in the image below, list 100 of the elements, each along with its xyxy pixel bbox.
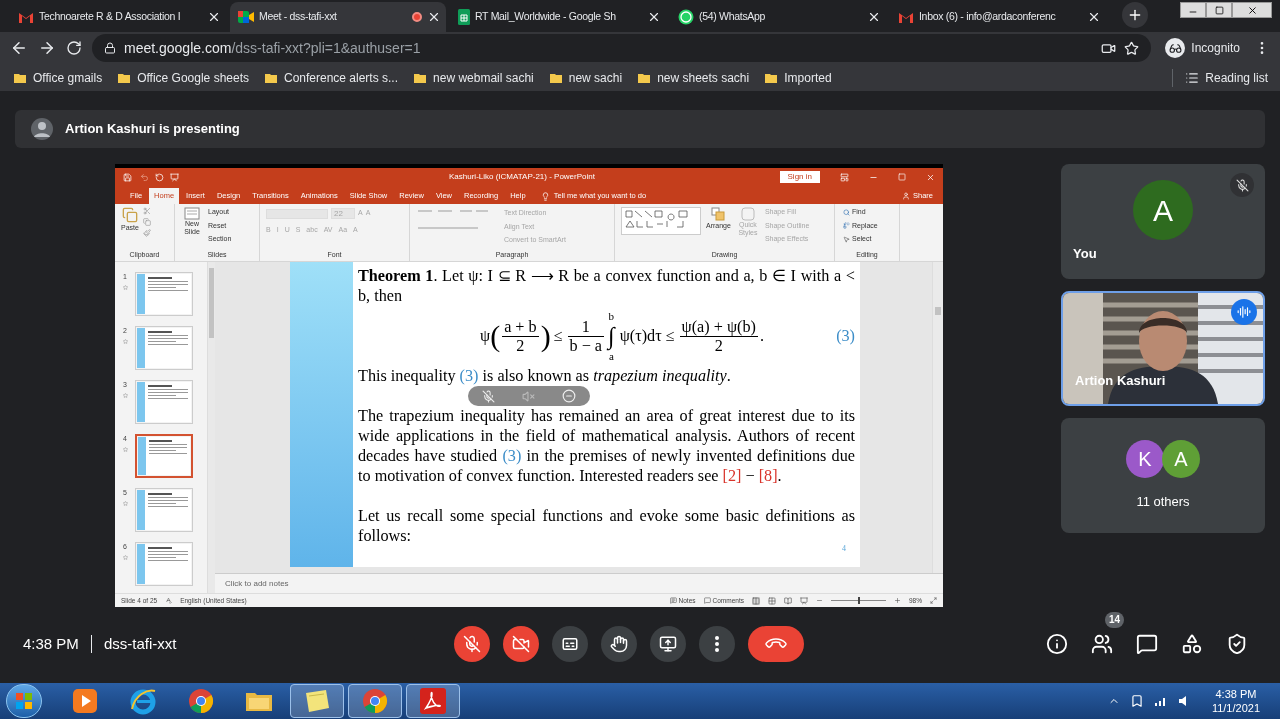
folder-icon	[118, 71, 131, 84]
browser-tab[interactable]: Inbox (6) - info@ardaconferenc	[890, 2, 1106, 32]
back-icon[interactable]	[10, 39, 28, 57]
mail-icon	[18, 11, 34, 23]
mic-off-icon	[463, 635, 482, 653]
redo-icon[interactable]	[155, 172, 164, 182]
tab-title: (54) WhatsApp	[699, 9, 767, 25]
zoom-slider-thumb[interactable]	[858, 597, 861, 604]
math-symbol: ψ	[480, 327, 491, 345]
new-tab-button[interactable]	[1122, 2, 1148, 28]
folder-icon	[765, 71, 778, 84]
microphone-button[interactable]	[454, 626, 491, 662]
slideshow-icon[interactable]	[170, 172, 179, 182]
profile-button[interactable]: Incognito	[1161, 38, 1244, 58]
bookmark[interactable]: new sheets sachi	[638, 68, 750, 87]
tab-title: Inbox (6) - info@ardaconferenc	[919, 9, 1057, 25]
close-window-button[interactable]	[1232, 2, 1272, 18]
lock-icon	[104, 42, 116, 54]
browser-tab[interactable]: Meet - dss-tafi-xxt	[230, 2, 446, 32]
tab-title: RT Mail_Worldwide - Google Sh	[475, 9, 617, 25]
tray-icon[interactable]	[1129, 694, 1144, 708]
person-icon	[902, 192, 910, 200]
folder-icon	[265, 71, 277, 84]
camera-button[interactable]	[503, 626, 540, 662]
notes-field[interactable]: Click to add notes	[225, 577, 289, 590]
slide-thumbnail[interactable]	[135, 434, 193, 478]
more-options-button[interactable]	[699, 626, 736, 662]
integral-sign: ∫	[608, 322, 615, 350]
start-button[interactable]	[6, 684, 42, 718]
notes-icon	[669, 597, 677, 604]
raise-hand-button[interactable]	[601, 626, 638, 662]
slide-thumbnail[interactable]	[135, 272, 193, 316]
address-field[interactable]: meet.google.com/dss-tafi-xxt?pli=1&authuser=1	[92, 34, 1152, 62]
clock: 4:38 PM	[23, 633, 79, 654]
captions-button[interactable]	[552, 626, 589, 662]
comment-icon	[703, 597, 711, 604]
slide-thumbnail[interactable]	[135, 380, 193, 424]
minimize-button[interactable]	[1180, 2, 1206, 18]
minimize-icon[interactable]	[562, 389, 577, 403]
more-icon	[715, 636, 720, 652]
reading-list-button[interactable]: Reading list	[1172, 68, 1268, 87]
taskbar-app[interactable]	[290, 684, 344, 718]
camera-off-icon	[512, 635, 531, 653]
chrome-icon	[187, 687, 215, 715]
tab-title: Technoarete R & D Association I	[39, 9, 182, 25]
close-icon[interactable]	[1087, 10, 1101, 24]
bookmark[interactable]: Imported	[765, 68, 832, 87]
shield-icon	[1226, 633, 1248, 655]
slideshow-icon[interactable]	[800, 596, 808, 605]
window-title: Kashuri-Liko (ICMATAP-21) - PowerPoint	[449, 171, 595, 183]
slide-thumbnail[interactable]	[135, 326, 193, 370]
animation-icon	[122, 446, 128, 452]
slide-sorter-icon[interactable]	[768, 596, 776, 605]
maximize-button[interactable]	[1206, 2, 1232, 18]
hand-icon	[610, 635, 629, 653]
normal-view-icon[interactable]	[752, 596, 760, 605]
video-call-icon	[238, 10, 254, 24]
list-icon	[1185, 70, 1200, 85]
animation-icon	[122, 554, 128, 560]
maximize-icon	[1214, 5, 1224, 15]
scrollbar-thumb[interactable]	[935, 307, 941, 315]
bookmark-star-icon[interactable]	[1124, 40, 1140, 56]
bookmark[interactable]: Office Google sheets	[118, 68, 249, 87]
bookmark[interactable]: Conference alerts s...	[265, 68, 399, 87]
upper-limit: b	[608, 310, 615, 322]
sound-wave-icon	[1237, 305, 1251, 319]
taskbar-app[interactable]	[406, 684, 460, 718]
zoom-out-icon[interactable]	[816, 597, 823, 604]
folder-icon	[414, 71, 427, 84]
browser-tab[interactable]: RT Mail_Worldwide - Google Sh	[450, 2, 666, 32]
spell-check-icon[interactable]	[165, 597, 173, 604]
close-icon[interactable]	[427, 10, 441, 24]
ribbon-options-icon[interactable]	[840, 172, 849, 182]
browser-tab[interactable]: (54) WhatsApp	[670, 2, 886, 32]
mail-icon	[898, 11, 914, 23]
mic-off-icon[interactable]	[481, 389, 495, 403]
fit-slide-icon[interactable]	[930, 597, 937, 604]
zoom-in-icon[interactable]	[894, 597, 901, 604]
restore-icon[interactable]	[898, 173, 906, 181]
bookmark[interactable]: new webmail sachi	[414, 68, 534, 87]
close-icon[interactable]	[647, 10, 661, 24]
shape-gallery-icon[interactable]	[621, 207, 701, 235]
signal-icon[interactable]	[1153, 695, 1168, 707]
bookmark[interactable]: Office gmails	[14, 68, 103, 87]
slide-thumbnail[interactable]	[135, 488, 193, 532]
reading-view-icon[interactable]	[784, 596, 792, 605]
present-button[interactable]	[650, 626, 687, 662]
reload-icon[interactable]	[66, 40, 82, 56]
bookmark[interactable]: new sachi	[549, 68, 623, 87]
slide-thumbnail[interactable]	[135, 542, 193, 586]
close-icon[interactable]	[207, 10, 221, 24]
forward-icon[interactable]	[38, 39, 56, 57]
scrollbar-thumb[interactable]	[209, 268, 214, 338]
sign-in-button[interactable]: Sign in	[779, 171, 820, 183]
save-icon[interactable]	[123, 172, 132, 182]
chat-bubble-icon	[678, 9, 694, 25]
meeting-code: dss-tafi-xxt	[103, 633, 177, 654]
browser-tab[interactable]: Technoarete R & D Association I	[10, 2, 226, 32]
close-icon[interactable]	[867, 10, 881, 24]
leave-call-button[interactable]	[748, 626, 805, 662]
